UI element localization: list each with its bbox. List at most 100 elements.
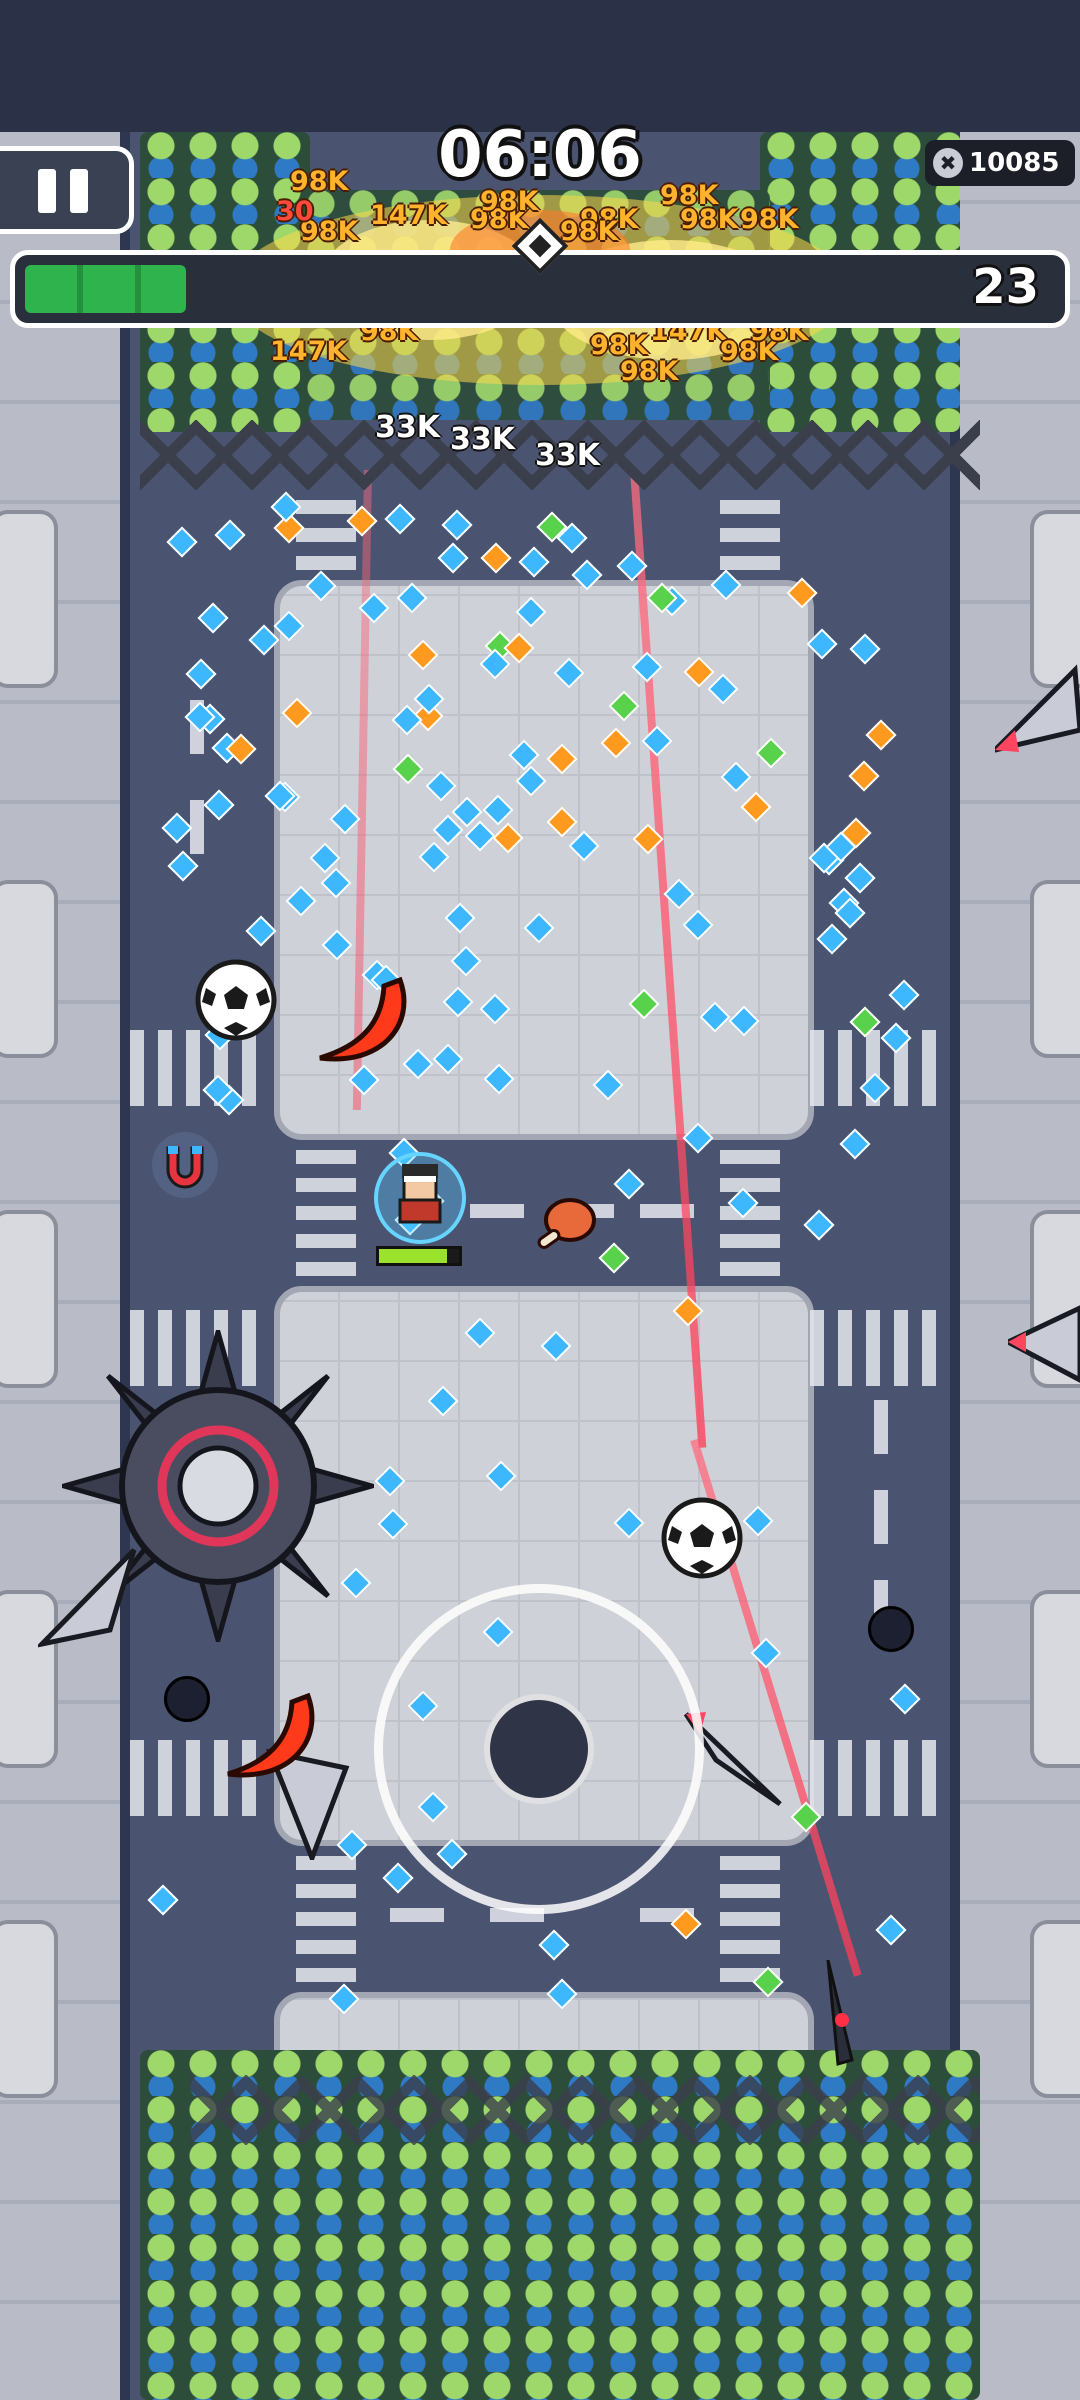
xp-gem [442, 986, 474, 1018]
xp-gem [492, 822, 524, 854]
xp-gem [203, 789, 235, 821]
xp-gem [608, 690, 640, 722]
building-right [1030, 1920, 1080, 2098]
experience-fill [25, 265, 187, 313]
xp-gem [515, 596, 547, 628]
magnet-icon [152, 1132, 218, 1198]
xp-gem [803, 1208, 835, 1241]
level-number: 23 [972, 259, 1039, 315]
xp-gem [508, 739, 540, 771]
road-edge-left [120, 132, 130, 2400]
xp-gem [683, 656, 715, 688]
xp-gem [518, 546, 550, 578]
xp-gem [546, 743, 578, 775]
xp-gem [742, 1504, 775, 1537]
survival-timer: 06:06 [438, 118, 642, 192]
drill-missile-icon [995, 664, 1080, 753]
bomb-icon [868, 1606, 914, 1652]
player-health-fill [379, 1249, 447, 1263]
xp-gem [427, 1385, 459, 1417]
xp-gem [392, 753, 424, 785]
xp-gem [281, 696, 313, 729]
xp-gem [425, 770, 458, 802]
damage-number: 98K [560, 216, 619, 247]
soccer-ball-icon [195, 959, 277, 1041]
xp-gem [213, 519, 246, 551]
damage-number: 33K [535, 438, 600, 473]
xp-gem [396, 582, 428, 614]
xp-gem [600, 727, 632, 759]
xp-gem [485, 1460, 517, 1492]
xp-gem [166, 526, 198, 558]
xp-gem [248, 624, 280, 656]
xp-gem [321, 929, 353, 962]
xp-gem [875, 1914, 907, 1946]
xp-gem [849, 633, 881, 665]
xp-gem [628, 988, 660, 1020]
xp-gem [553, 657, 585, 689]
xp-gem [740, 791, 772, 823]
xp-gem [699, 1001, 731, 1033]
xp-gem [662, 878, 695, 910]
xp-gem [728, 1005, 760, 1037]
xp-gem [682, 1122, 715, 1154]
damage-number: 98K [590, 330, 649, 361]
xp-gem [720, 761, 752, 793]
xp-gem [503, 632, 535, 664]
xp-gem [755, 737, 787, 769]
xp-gem [571, 559, 603, 591]
pause-button[interactable] [0, 146, 134, 234]
xp-gem [839, 1128, 871, 1160]
xp-gem [641, 725, 673, 757]
pause-icon [38, 169, 56, 213]
xp-gem [790, 1801, 822, 1833]
xp-gem [478, 993, 511, 1025]
xp-gem [613, 1168, 645, 1200]
xp-gem [888, 979, 920, 1011]
xp-gem [546, 806, 578, 838]
xp-gem [329, 803, 361, 835]
player-health-bar [376, 1246, 462, 1266]
xp-gem [859, 1072, 891, 1104]
xp-gem [682, 909, 714, 941]
xp-gem [346, 505, 378, 537]
building-left [0, 880, 58, 1058]
xp-gem [750, 1637, 782, 1669]
drill-missile-icon [1008, 1305, 1080, 1383]
bomb-icon [164, 1676, 210, 1722]
xp-gem [245, 915, 277, 947]
xp-gem [147, 1884, 179, 1916]
damage-number: 98K [290, 166, 349, 197]
kill-count: 10085 [969, 148, 1060, 178]
skull-icon: ✖ [933, 148, 963, 178]
tank-trap-barrier [190, 2075, 980, 2145]
xp-gem [273, 610, 305, 642]
xp-gem [632, 823, 664, 855]
xp-gem [437, 542, 469, 574]
damage-number: 147K [270, 336, 348, 367]
xp-gem [523, 912, 555, 944]
status-bar-area [0, 0, 1080, 132]
xp-gem [592, 1069, 624, 1101]
xp-gem [382, 1862, 414, 1894]
xp-gem [880, 1022, 912, 1054]
xp-gem [568, 830, 600, 862]
xp-gem [444, 901, 476, 934]
joystick-knob[interactable] [484, 1694, 594, 1804]
xp-gem [197, 602, 229, 634]
xp-gem [285, 884, 317, 917]
xp-gem [407, 639, 439, 671]
building-right [1030, 1590, 1080, 1768]
xp-gem [848, 760, 880, 792]
xp-gem [184, 658, 217, 690]
xp-gem [377, 1508, 409, 1540]
xp-gem [270, 490, 302, 523]
xp-gem [305, 570, 337, 602]
xp-gem [806, 628, 838, 660]
xp-gem [546, 1978, 578, 2010]
xp-gem [849, 1006, 881, 1038]
xp-gem [480, 542, 512, 574]
xp-gem [483, 1063, 515, 1095]
virtual-joystick[interactable] [374, 1584, 704, 1914]
damage-number: 33K [375, 410, 440, 445]
